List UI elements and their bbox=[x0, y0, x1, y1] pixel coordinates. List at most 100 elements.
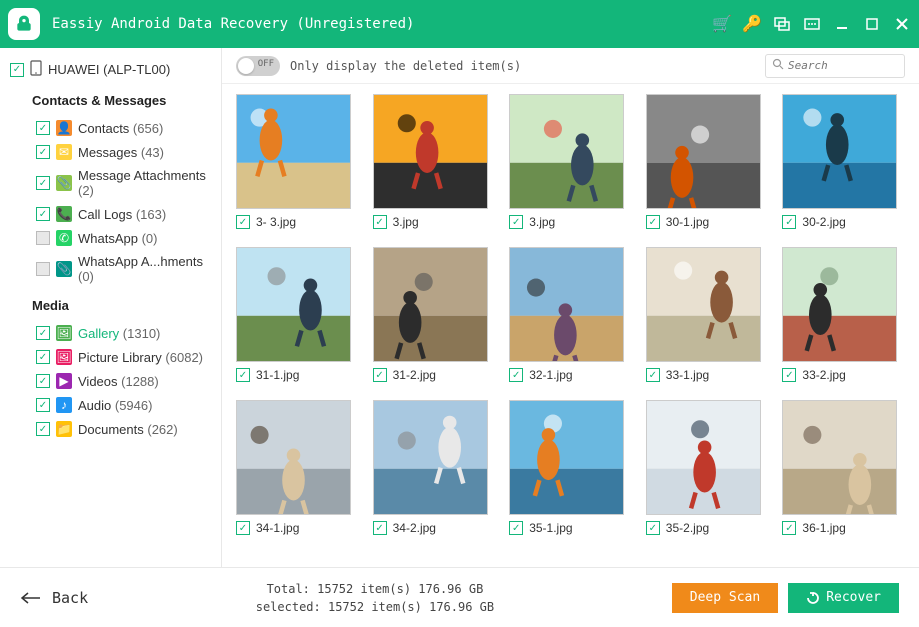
thumbnail-item[interactable]: ✓ 31-1.jpg bbox=[236, 247, 359, 382]
category-contacts[interactable]: ✓👤Contacts (656) bbox=[10, 116, 211, 140]
thumbnail-checkbox[interactable]: ✓ bbox=[373, 368, 387, 382]
thumbnail-item[interactable]: ✓3.jpg bbox=[509, 94, 632, 229]
category-audio[interactable]: ✓♪Audio (5946) bbox=[10, 393, 211, 417]
thumbnail-filename: 30-1.jpg bbox=[666, 215, 709, 229]
thumbnail-filename: 31-2.jpg bbox=[393, 368, 436, 382]
search-box[interactable] bbox=[765, 54, 905, 78]
thumbnail-item[interactable]: ✓ 31-2.jpg bbox=[373, 247, 496, 382]
category-checkbox[interactable]: ✓ bbox=[36, 207, 50, 221]
category-whatsapp[interactable]: ✆WhatsApp (0) bbox=[10, 226, 211, 250]
deleted-only-toggle[interactable]: OFF bbox=[236, 56, 280, 76]
thumbnail-image[interactable] bbox=[782, 94, 897, 209]
thumbnail-item[interactable]: ✓34-1.jpg bbox=[236, 400, 359, 535]
thumbnail-image[interactable] bbox=[236, 94, 351, 209]
device-row[interactable]: ✓ HUAWEI (ALP-TL00) bbox=[10, 60, 211, 79]
category-call-logs[interactable]: ✓📞Call Logs (163) bbox=[10, 202, 211, 226]
thumbnail-checkbox[interactable]: ✓ bbox=[509, 215, 523, 229]
thumbnail-filename: 32-1.jpg bbox=[529, 368, 572, 382]
device-checkbox[interactable]: ✓ bbox=[10, 63, 24, 77]
category-checkbox[interactable]: ✓ bbox=[36, 398, 50, 412]
thumbnail-image[interactable] bbox=[509, 247, 624, 362]
category-label: Message Attachments (2) bbox=[78, 168, 211, 198]
msg-attach-icon: 📎 bbox=[56, 175, 72, 191]
recover-button[interactable]: Recover bbox=[788, 583, 899, 613]
cart-icon[interactable]: 🛒 bbox=[713, 15, 731, 33]
thumbnail-image[interactable] bbox=[782, 400, 897, 515]
thumbnail-filename: 30-2.jpg bbox=[802, 215, 845, 229]
thumbnail-checkbox[interactable]: ✓ bbox=[509, 368, 523, 382]
category-checkbox[interactable]: ✓ bbox=[36, 422, 50, 436]
category-checkbox[interactable]: ✓ bbox=[36, 374, 50, 388]
category-msg-attach[interactable]: ✓ 📎 Message Attachments (2) bbox=[10, 164, 211, 202]
app-title: Eassiy Android Data Recovery (Unregister… bbox=[52, 16, 713, 32]
category-checkbox[interactable]: ✓ bbox=[36, 176, 50, 190]
selected-line: selected: 15752 item(s) 176.96 GB bbox=[88, 598, 662, 616]
thumbnail-item[interactable]: ✓36-1.jpg bbox=[782, 400, 905, 535]
thumbnail-image[interactable] bbox=[373, 94, 488, 209]
thumbnail-item[interactable]: ✓34-2.jpg bbox=[373, 400, 496, 535]
thumbnail-item[interactable]: ✓33-2.jpg bbox=[782, 247, 905, 382]
thumbnail-image[interactable] bbox=[373, 247, 488, 362]
thumbnail-image[interactable] bbox=[646, 247, 761, 362]
close-icon[interactable] bbox=[893, 15, 911, 33]
thumbnail-image[interactable] bbox=[236, 400, 351, 515]
thumbnail-checkbox[interactable]: ✓ bbox=[782, 368, 796, 382]
section-media: Media bbox=[32, 298, 211, 313]
thumbnail-item[interactable]: ✓35-1.jpg bbox=[509, 400, 632, 535]
thumbnail-image[interactable] bbox=[509, 94, 624, 209]
category-videos[interactable]: ✓▶Videos (1288) bbox=[10, 369, 211, 393]
thumbnail-item[interactable]: ✓ 30-2.jpg bbox=[782, 94, 905, 229]
search-input[interactable] bbox=[788, 59, 898, 72]
category-label: Gallery (1310) bbox=[78, 326, 160, 341]
thumbnail-checkbox[interactable]: ✓ bbox=[782, 521, 796, 535]
thumbnail-image[interactable] bbox=[373, 400, 488, 515]
thumbnail-checkbox[interactable]: ✓ bbox=[646, 368, 660, 382]
thumbnail-image[interactable] bbox=[236, 247, 351, 362]
thumbnail-checkbox[interactable]: ✓ bbox=[236, 215, 250, 229]
thumbnail-checkbox[interactable]: ✓ bbox=[236, 521, 250, 535]
category-checkbox[interactable]: ✓ bbox=[36, 145, 50, 159]
category-gallery[interactable]: ✓🖼Gallery (1310) bbox=[10, 321, 211, 345]
thumbnail-item[interactable]: ✓ 32-1.jpg bbox=[509, 247, 632, 382]
thumbnail-checkbox[interactable]: ✓ bbox=[236, 368, 250, 382]
thumbnail-item[interactable]: ✓35-2.jpg bbox=[646, 400, 769, 535]
thumbnail-checkbox[interactable]: ✓ bbox=[373, 215, 387, 229]
thumbnail-item[interactable]: ✓ 3- 3.jpg bbox=[236, 94, 359, 229]
back-label: Back bbox=[52, 589, 88, 607]
minimize-icon[interactable] bbox=[833, 15, 851, 33]
thumbnail-checkbox[interactable]: ✓ bbox=[782, 215, 796, 229]
feedback-icon[interactable] bbox=[773, 15, 791, 33]
maximize-icon[interactable] bbox=[863, 15, 881, 33]
thumbnail-item[interactable]: ✓ 30-1.jpg bbox=[646, 94, 769, 229]
category-checkbox[interactable]: ✓ bbox=[36, 121, 50, 135]
thumbnail-checkbox[interactable]: ✓ bbox=[509, 521, 523, 535]
thumbnail-item[interactable]: ✓3.jpg bbox=[373, 94, 496, 229]
thumbnail-checkbox[interactable]: ✓ bbox=[646, 215, 660, 229]
thumbnail-filename: 3- 3.jpg bbox=[256, 215, 296, 229]
thumbnail-filename: 31-1.jpg bbox=[256, 368, 299, 382]
category-checkbox[interactable] bbox=[36, 231, 50, 245]
category-checkbox[interactable]: ✓ bbox=[36, 350, 50, 364]
thumbnail-image[interactable] bbox=[646, 94, 761, 209]
key-icon[interactable]: 🔑 bbox=[743, 15, 761, 33]
phone-icon bbox=[30, 60, 42, 79]
thumbnail-image[interactable] bbox=[646, 400, 761, 515]
category-checkbox[interactable] bbox=[36, 262, 50, 276]
category-documents[interactable]: ✓📁Documents (262) bbox=[10, 417, 211, 441]
app-logo bbox=[8, 8, 40, 40]
category-checkbox[interactable]: ✓ bbox=[36, 326, 50, 340]
category-messages[interactable]: ✓✉Messages (43) bbox=[10, 140, 211, 164]
thumbnail-image[interactable] bbox=[782, 247, 897, 362]
thumbnail-checkbox[interactable]: ✓ bbox=[646, 521, 660, 535]
deep-scan-button[interactable]: Deep Scan bbox=[672, 583, 778, 613]
titlebar: Eassiy Android Data Recovery (Unregister… bbox=[0, 0, 919, 48]
thumbnail-checkbox[interactable]: ✓ bbox=[373, 521, 387, 535]
thumbnail-grid: ✓3- 3.jpg✓3.jpg✓3.jpg✓30-1.jpg✓30-2.jpg✓… bbox=[222, 84, 919, 567]
category-pic-library[interactable]: ✓🖼Picture Library (6082) bbox=[10, 345, 211, 369]
menu-icon[interactable] bbox=[803, 15, 821, 33]
category-whatsapp-attach[interactable]: 📎WhatsApp A...hments (0) bbox=[10, 250, 211, 288]
thumbnail-item[interactable]: ✓33-1.jpg bbox=[646, 247, 769, 382]
back-button[interactable]: Back bbox=[20, 589, 88, 607]
thumbnail-image[interactable] bbox=[509, 400, 624, 515]
category-label: Documents (262) bbox=[78, 422, 178, 437]
